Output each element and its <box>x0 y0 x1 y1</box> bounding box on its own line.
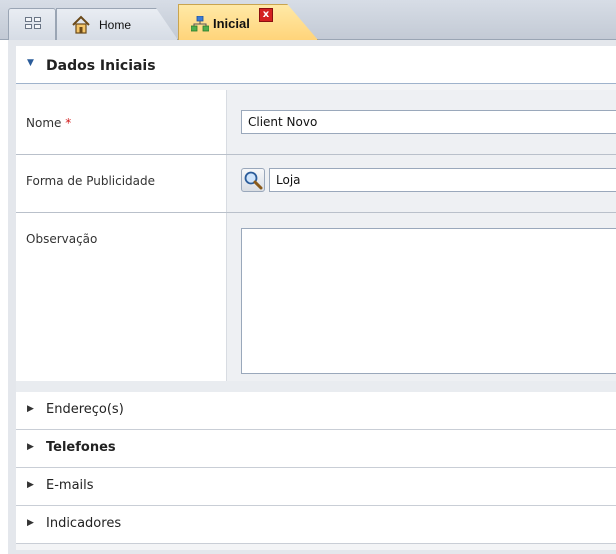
section-title: Telefones <box>46 440 116 455</box>
tab-home[interactable]: Home <box>56 8 178 40</box>
content-area: ▼ Dados Iniciais Nome * Forma de Publici… <box>8 40 616 554</box>
expand-arrow-icon: ▶ <box>27 518 34 528</box>
home-icon <box>72 15 90 34</box>
tab-overview[interactable] <box>8 8 56 40</box>
expand-arrow-icon: ▶ <box>27 480 34 490</box>
section-title: Indicadores <box>46 516 122 531</box>
publicidade-label: Forma de Publicidade <box>26 174 156 188</box>
section-title: Endereço(s) <box>46 402 124 417</box>
section-dados-iniciais[interactable]: ▼ Dados Iniciais <box>16 46 616 84</box>
section-enderecos[interactable]: ▶ Endereço(s) <box>16 392 616 430</box>
section-title: E-mails <box>46 478 94 493</box>
form-footer-strip <box>16 381 616 392</box>
collapse-arrow-icon: ▼ <box>27 58 34 68</box>
tab-inicial-label: Inicial <box>213 16 250 31</box>
required-marker: * <box>65 116 72 130</box>
tab-home-label: Home <box>99 18 132 32</box>
tab-inicial[interactable]: Inicial x <box>178 4 318 40</box>
section-telefones[interactable]: ▶ Telefones <box>16 430 616 468</box>
section-emails[interactable]: ▶ E-mails <box>16 468 616 506</box>
observacao-label: Observação <box>26 232 98 246</box>
tab-bar: Home Inicial x <box>0 0 616 40</box>
grid-icon <box>25 17 43 31</box>
expand-arrow-icon: ▶ <box>27 442 34 452</box>
lookup-button[interactable] <box>241 168 265 192</box>
row-divider <box>16 154 616 155</box>
publicidade-input[interactable]: Loja <box>269 168 616 192</box>
form-panel: ▼ Dados Iniciais Nome * Forma de Publici… <box>16 46 616 550</box>
close-icon[interactable]: x <box>259 8 273 22</box>
nome-label: Nome * <box>26 116 72 130</box>
observacao-textarea[interactable] <box>241 228 616 374</box>
section-indicadores[interactable]: ▶ Indicadores <box>16 506 616 544</box>
expand-arrow-icon: ▶ <box>27 404 34 414</box>
network-icon <box>191 16 209 32</box>
row-divider <box>16 212 616 213</box>
section-title: Dados Iniciais <box>46 58 156 74</box>
search-icon <box>244 171 263 190</box>
nome-input[interactable]: Client Novo <box>241 110 616 134</box>
